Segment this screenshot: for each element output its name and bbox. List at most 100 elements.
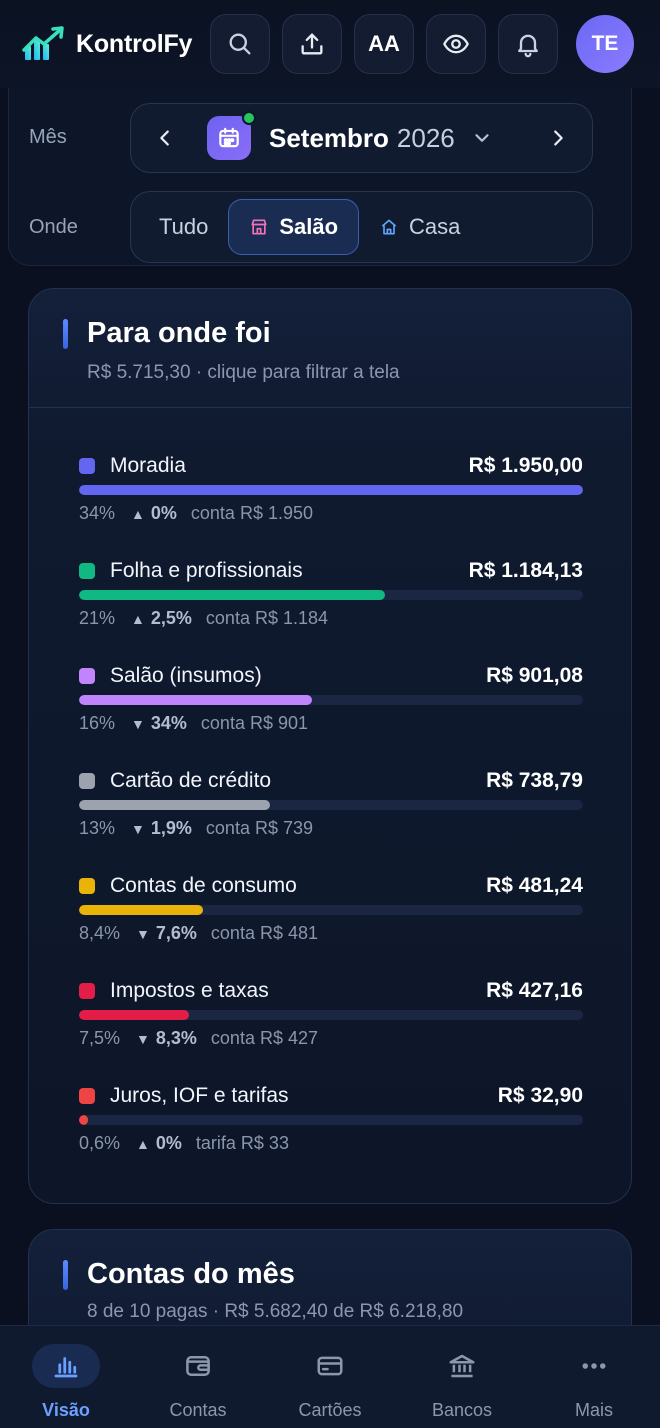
bell-icon	[518, 34, 538, 58]
segment-salon[interactable]: Salão	[228, 199, 360, 255]
category-amount: R$ 32,90	[497, 1084, 583, 1107]
font-size-button[interactable]: AA	[354, 14, 414, 74]
nav-item-overview[interactable]: Visão	[0, 1326, 132, 1428]
bank-icon	[449, 1354, 475, 1378]
category-bar-fill	[79, 485, 583, 495]
top-bar: KontrolFy AA TE	[0, 0, 660, 88]
trend-arrow-icon: ▼	[136, 926, 150, 942]
logo-icon	[22, 26, 64, 60]
calendar-icon	[219, 127, 239, 148]
category-name: Juros, IOF e tarifas	[110, 1084, 289, 1107]
brand[interactable]: KontrolFy	[22, 24, 192, 64]
trend-arrow-icon: ▼	[131, 716, 145, 732]
category-row[interactable]: Impostos e taxas R$ 427,16 7,5% ▼ 8,3% conta …	[79, 976, 583, 1081]
next-month-button[interactable]	[524, 127, 592, 149]
category-name: Contas de consumo	[110, 874, 297, 897]
month-name: Setembro	[269, 122, 389, 153]
category-amount: R$ 481,24	[486, 874, 583, 897]
segment-home[interactable]: Casa	[359, 199, 480, 255]
credit-card-icon	[317, 1356, 343, 1376]
segment-all[interactable]: Tudo	[139, 199, 228, 255]
category-row[interactable]: Moradia R$ 1.950,00 34% ▲ 0% conta R$ 1.950	[79, 451, 583, 556]
nav-label: Contas	[169, 1400, 227, 1420]
category-bar-fill	[79, 695, 312, 705]
category-row[interactable]: Contas de consumo R$ 481,24 8,4% ▼ 7,6% conta…	[79, 871, 583, 976]
filter-panel: Mês Setembro 2026 Onde Tudo Salão Casa	[8, 78, 632, 266]
trend-value: 0%	[155, 1133, 182, 1153]
store-icon	[251, 219, 267, 235]
trend-arrow-icon: ▲	[131, 611, 145, 627]
category-bar-track	[79, 1115, 583, 1125]
category-trend: ▲ 0%	[136, 1133, 182, 1154]
spending-title: Para onde foi	[87, 317, 271, 349]
category-amount: R$ 1.950,00	[468, 454, 583, 477]
trend-arrow-icon: ▼	[136, 1031, 150, 1047]
nav-label: Mais	[574, 1400, 613, 1420]
bottom-nav: Visão Contas Cartões Bancos Mais	[0, 1325, 660, 1428]
category-amount: R$ 738,79	[486, 769, 583, 792]
category-list: Moradia R$ 1.950,00 34% ▲ 0% conta R$ 1.950 Fo…	[79, 451, 583, 1186]
previous-month-button[interactable]	[131, 127, 199, 149]
selected-month: Setembro 2026	[269, 123, 455, 154]
where-label: Onde	[29, 216, 78, 238]
trend-value: 34%	[150, 713, 187, 733]
search-icon	[229, 33, 251, 55]
trend-value: 8,3%	[155, 1028, 197, 1048]
home-icon	[381, 219, 397, 235]
bills-title: Contas do mês	[87, 1258, 295, 1290]
nav-label: Bancos	[431, 1400, 493, 1420]
trend-value: 1,9%	[150, 818, 192, 838]
category-trend: ▼ 8,3%	[136, 1028, 197, 1049]
category-bar-track	[79, 1010, 583, 1020]
category-detail: tarifa R$ 33	[195, 1133, 289, 1153]
category-bar-track	[79, 485, 583, 495]
category-detail: conta R$ 739	[205, 818, 313, 838]
category-bar-track	[79, 695, 583, 705]
app-name: KontrolFy	[76, 29, 193, 58]
segment-all-label: Tudo	[159, 214, 209, 239]
nav-item-cards[interactable]: Cartões	[264, 1326, 396, 1428]
search-button[interactable]	[210, 14, 270, 74]
nav-item-banks[interactable]: Bancos	[396, 1326, 528, 1428]
nav-item-accounts[interactable]: Contas	[132, 1326, 264, 1428]
month-label: Mês	[29, 126, 67, 148]
category-bar-fill	[79, 1115, 88, 1125]
notifications-button[interactable]	[498, 14, 558, 74]
category-percent: 8,4%	[79, 923, 121, 943]
chart-icon	[54, 1357, 78, 1378]
category-row[interactable]: Salão (insumos) R$ 901,08 16% ▼ 34% conta R$ …	[79, 661, 583, 766]
trend-arrow-icon: ▼	[131, 821, 145, 837]
category-row[interactable]: Juros, IOF e tarifas R$ 32,90 0,6% ▲ 0% tarif…	[79, 1081, 583, 1186]
category-name: Impostos e taxas	[110, 979, 269, 1002]
category-percent: 0,6%	[79, 1133, 121, 1153]
category-row[interactable]: Folha e profissionais R$ 1.184,13 21% ▲ 2,5%…	[79, 556, 583, 661]
category-row[interactable]: Cartão de crédito R$ 738,79 13% ▼ 1,9% conta …	[79, 766, 583, 871]
title-accent	[63, 319, 68, 349]
chevron-right-icon	[554, 130, 563, 146]
bills-subtitle: 8 de 10 pagas · R$ 5.682,40 de R$ 6.218,…	[87, 1301, 464, 1322]
category-color-swatch	[79, 668, 95, 684]
segment-home-label: Casa	[409, 214, 461, 239]
category-color-swatch	[79, 1088, 95, 1104]
category-percent: 34%	[79, 503, 116, 523]
category-color-swatch	[79, 773, 95, 789]
category-bar-fill	[79, 800, 271, 810]
category-trend: ▼ 1,9%	[131, 818, 192, 839]
category-bar-fill	[79, 1010, 190, 1020]
nav-item-more[interactable]: Mais	[528, 1326, 660, 1428]
trend-value: 0%	[150, 503, 177, 523]
chevron-down-icon[interactable]	[471, 127, 493, 149]
visibility-button[interactable]	[426, 14, 486, 74]
category-amount: R$ 901,08	[486, 664, 583, 687]
eye-icon	[443, 34, 469, 54]
category-trend: ▼ 7,6%	[136, 923, 197, 944]
export-button[interactable]	[282, 14, 342, 74]
segment-salon-label: Salão	[279, 214, 339, 239]
category-trend: ▲ 0%	[131, 503, 177, 524]
avatar[interactable]: TE	[576, 15, 634, 73]
chevron-left-icon	[160, 130, 169, 146]
month-year: 2026	[396, 122, 455, 153]
month-selector[interactable]: Setembro 2026	[130, 103, 593, 173]
nav-label: Visão	[42, 1400, 90, 1420]
location-segmented-control: Tudo Salão Casa	[130, 191, 593, 263]
